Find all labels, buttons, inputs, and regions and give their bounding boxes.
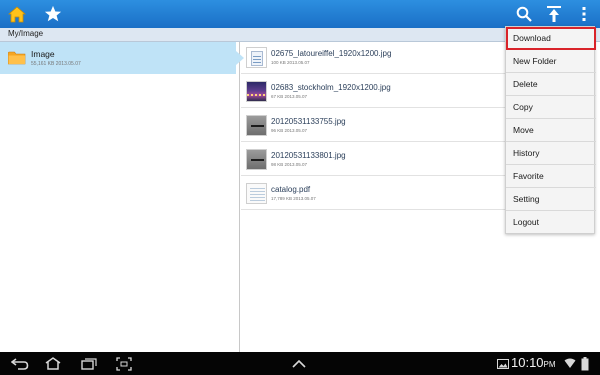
menu-item-history[interactable]: History — [506, 142, 596, 165]
star-icon[interactable] — [42, 3, 64, 25]
home-icon[interactable] — [6, 3, 28, 25]
file-thumbnail — [246, 115, 267, 136]
file-row[interactable]: 02675_latoureiffel_1920x1200.jpg 100 KB … — [241, 42, 505, 74]
menu-item-label: Move — [513, 125, 534, 135]
menu-item-copy[interactable]: Copy — [506, 96, 596, 119]
breadcrumb-path[interactable]: My/Image — [8, 29, 43, 38]
wifi-icon — [564, 356, 576, 371]
file-meta: 17,789 KB 2013.05.07 — [271, 196, 316, 201]
folder-panel: Image 55,161 KB 2013.05.07 — [0, 42, 244, 352]
menu-item-label: New Folder — [513, 56, 557, 66]
battery-icon — [580, 356, 590, 371]
upload-icon[interactable] — [543, 3, 565, 25]
file-meta: 98 KB 2013.05.07 — [271, 162, 308, 167]
file-name: 02683_stockholm_1920x1200.jpg — [271, 83, 391, 92]
menu-item-label: Copy — [513, 102, 533, 112]
action-bar — [0, 0, 600, 28]
clock-ampm: PM — [543, 360, 556, 369]
file-meta: 67 KB 2013.05.07 — [271, 94, 308, 99]
folder-name: Image — [31, 49, 55, 59]
screenshot-icon[interactable] — [114, 356, 134, 371]
menu-item-logout[interactable]: Logout — [506, 211, 596, 234]
search-icon[interactable] — [513, 3, 535, 25]
menu-item-label: Setting — [513, 194, 540, 204]
menu-item-new-folder[interactable]: New Folder — [506, 50, 596, 73]
file-thumbnail — [246, 183, 267, 204]
file-thumbnail — [246, 47, 267, 68]
file-list: 02675_latoureiffel_1920x1200.jpg 100 KB … — [241, 42, 505, 352]
file-row[interactable]: 20120531133801.jpg 98 KB 2013.05.07 — [241, 144, 505, 176]
expand-icon[interactable] — [291, 356, 307, 371]
menu-item-move[interactable]: Move — [506, 119, 596, 142]
menu-item-download[interactable]: Download — [506, 27, 596, 50]
file-name: 20120531133801.jpg — [271, 151, 346, 160]
overflow-menu: Download New Folder Delete Copy Move His… — [505, 26, 596, 234]
folder-icon — [8, 51, 26, 65]
menu-item-label: Logout — [513, 217, 539, 227]
menu-item-label: Favorite — [513, 171, 544, 181]
status-clock: 10:10PM — [511, 355, 556, 370]
file-thumbnail — [246, 81, 267, 102]
menu-item-favorite[interactable]: Favorite — [506, 165, 596, 188]
system-bar: 10:10PM — [0, 352, 600, 375]
menu-item-setting[interactable]: Setting — [506, 188, 596, 211]
folder-meta: 55,161 KB 2013.05.07 — [31, 61, 81, 67]
home-nav-icon[interactable] — [43, 356, 63, 371]
file-row[interactable]: 02683_stockholm_1920x1200.jpg 67 KB 2013… — [241, 76, 505, 108]
gallery-icon — [496, 356, 510, 371]
menu-item-label: Download — [513, 33, 551, 43]
file-thumbnail — [246, 149, 267, 170]
overflow-menu-icon[interactable] — [573, 3, 595, 25]
back-icon[interactable] — [10, 356, 30, 371]
file-row[interactable]: catalog.pdf 17,789 KB 2013.05.07 — [241, 178, 505, 210]
recent-apps-icon[interactable] — [79, 356, 99, 371]
clock-time: 10:10 — [511, 355, 544, 370]
file-meta: 100 KB 2013.05.07 — [271, 60, 310, 65]
file-name: 20120531133755.jpg — [271, 117, 346, 126]
file-row[interactable]: 20120531133755.jpg 96 KB 2013.05.07 — [241, 110, 505, 142]
file-name: 02675_latoureiffel_1920x1200.jpg — [271, 49, 392, 58]
folder-item-image[interactable]: Image 55,161 KB 2013.05.07 — [0, 42, 244, 74]
menu-item-delete[interactable]: Delete — [506, 73, 596, 96]
file-name: catalog.pdf — [271, 185, 311, 194]
menu-item-label: Delete — [513, 79, 538, 89]
menu-item-label: History — [513, 148, 540, 158]
file-meta: 96 KB 2013.05.07 — [271, 128, 308, 133]
